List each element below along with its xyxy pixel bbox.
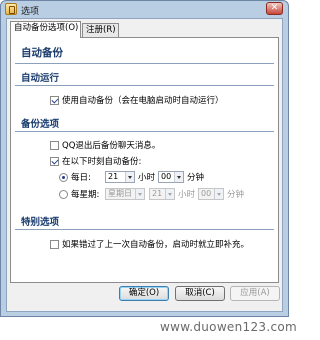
section-heading-special: 特别选项 [21,217,60,228]
scheduled-option[interactable]: 在以下时刻自动备份: [50,155,141,167]
cancel-button[interactable]: 取消(C) [175,286,225,301]
daily-minute-select[interactable]: 00 [158,171,185,183]
weekly-label: 每星期: [71,190,100,200]
qq-exit-checkbox[interactable] [50,140,59,150]
catch-up-option[interactable]: 如果错过了上一次自动备份，启动时就立即补充。 [50,238,249,250]
tab-auto-backup-options[interactable]: 自动备份选项(O) [10,21,81,38]
divider [15,85,274,86]
window-title: 选项 [21,7,40,17]
close-button[interactable]: ✕ [266,2,283,15]
divider [15,131,274,132]
autorun-label: 使用自动备份（会在电脑启动时自动运行） [62,96,224,106]
app-icon [5,3,17,15]
chevron-down-icon [174,172,184,182]
watermark: www.duowen123.com [160,320,297,334]
catch-up-checkbox[interactable] [50,239,59,249]
scheduled-checkbox[interactable] [50,156,59,166]
divider [15,63,274,64]
tab-panel: 自动备份 自动运行 使用自动备份（会在电脑启动时自动运行） 备份选项 QQ退出后… [10,37,279,283]
chevron-down-icon [125,172,134,182]
weekly-radio[interactable] [59,189,68,199]
daily-radio[interactable] [59,172,68,182]
qq-exit-label: QQ退出后备份聊天消息。 [62,141,161,151]
dialog-client: 自动备份选项(O) 注册(R) 自动备份 自动运行 使用自动备份（会在电脑启动时… [6,18,283,312]
tab-register[interactable]: 注册(R) [82,23,119,37]
apply-button[interactable]: 应用(A) [230,286,280,301]
daily-row: 每日: 21 小时 00 分钟 [59,171,207,183]
weekly-hour-value: 21 [152,189,163,198]
weekly-day-value: 星期日 [108,189,132,198]
chevron-down-icon [214,189,224,199]
chevron-down-icon [135,189,144,199]
section-heading-autorun: 自动运行 [21,73,60,84]
scheduled-label: 在以下时刻自动备份: [62,157,142,167]
daily-hour-unit: 小时 [138,173,156,183]
weekly-minute-value: 00 [201,189,212,198]
weekly-day-select[interactable]: 星期日 [105,188,145,200]
qq-exit-option[interactable]: QQ退出后备份聊天消息。 [50,139,160,151]
daily-hour-select[interactable]: 21 [105,171,135,183]
daily-hour-value: 21 [108,172,119,181]
catch-up-label: 如果错过了上一次自动备份，启动时就立即补充。 [62,240,250,250]
weekly-minute-select[interactable]: 00 [198,188,225,200]
page-title: 自动备份 [21,47,63,59]
weekly-row: 每星期: 星期日 21 小时 00 分钟 [59,188,247,200]
weekly-minute-unit: 分钟 [227,190,245,200]
daily-minute-value: 00 [161,172,172,181]
options-window: 选项 ✕ 自动备份选项(O) 注册(R) 自动备份 自动运行 使用自动备份（会在… [0,0,289,317]
weekly-hour-select[interactable]: 21 [149,188,175,200]
autorun-option[interactable]: 使用自动备份（会在电脑启动时自动运行） [50,94,224,106]
weekly-hour-unit: 小时 [178,190,196,200]
section-heading-backup: 备份选项 [21,119,60,130]
daily-minute-unit: 分钟 [187,173,205,183]
daily-label: 每日: [71,173,91,183]
title-bar[interactable]: 选项 ✕ [1,1,288,18]
autorun-checkbox[interactable] [50,95,59,105]
ok-button[interactable]: 确定(O) [119,286,169,301]
divider [15,229,274,230]
chevron-down-icon [165,189,174,199]
